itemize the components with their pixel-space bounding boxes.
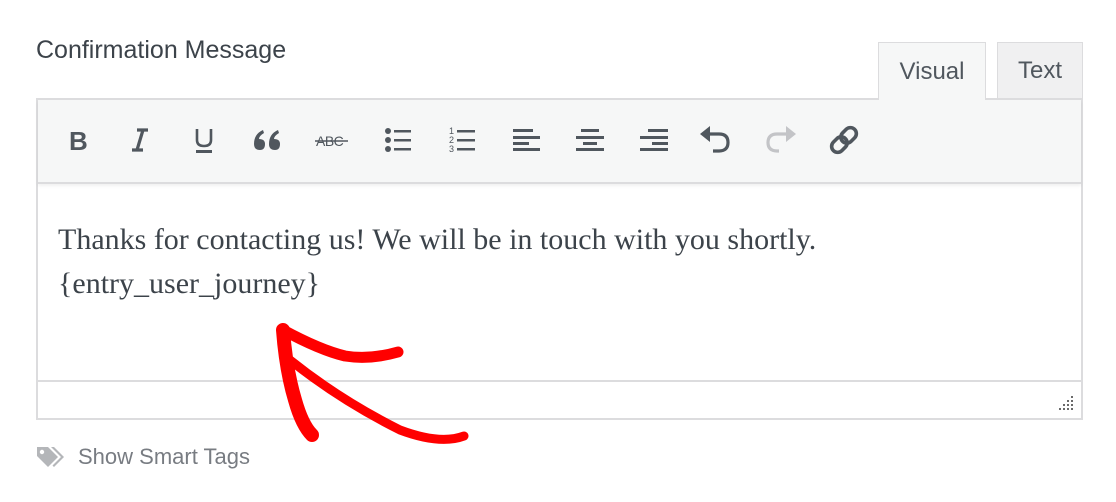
undo-icon [700, 126, 730, 153]
redo-button[interactable] [760, 120, 800, 160]
rich-text-editor: B ABC 1 2 3 Thanks for contacting us! We… [36, 98, 1083, 420]
show-smart-tags-link[interactable]: Show Smart Tags [36, 444, 250, 470]
blockquote-button[interactable] [248, 120, 288, 160]
show-smart-tags-label: Show Smart Tags [78, 444, 251, 469]
align-left-button[interactable] [506, 120, 546, 160]
tab-text-label: Text [1017, 56, 1062, 84]
italic-icon [132, 128, 148, 152]
svg-text:3: 3 [449, 144, 454, 154]
tab-visual[interactable]: Visual [878, 42, 986, 100]
align-left-icon [513, 129, 540, 151]
bulleted-list-button[interactable] [378, 120, 418, 160]
content-smart-tag: {entry_user_journey} [58, 267, 321, 300]
bold-icon: B [69, 127, 88, 153]
strikethrough-icon: ABC [315, 133, 348, 149]
confirmation-message-label: Confirmation Message [36, 36, 287, 64]
link-button[interactable] [824, 120, 864, 160]
align-right-button[interactable] [634, 120, 674, 160]
underline-icon [195, 129, 213, 153]
numbered-list-button[interactable]: 1 2 3 [442, 120, 482, 160]
tab-visual-label: Visual [899, 57, 965, 85]
tags-icon [37, 447, 64, 467]
bold-button[interactable]: B [58, 120, 98, 160]
editor-toolbar: B ABC 1 2 3 [38, 100, 1081, 184]
link-icon [829, 125, 859, 155]
editor-content[interactable]: Thanks for contacting us! We will be in … [58, 218, 1061, 306]
redo-icon [766, 126, 796, 153]
align-center-icon [576, 129, 604, 151]
bulleted-list-icon [385, 128, 411, 152]
underline-button[interactable] [184, 120, 224, 160]
editor-statusbar [38, 380, 1081, 418]
undo-button[interactable] [696, 120, 736, 160]
tab-text[interactable]: Text [997, 42, 1083, 98]
align-right-icon [640, 129, 668, 151]
numbered-list-icon: 1 2 3 [449, 126, 475, 154]
svg-text:B: B [69, 127, 88, 153]
resize-handle-icon[interactable] [1057, 394, 1075, 412]
italic-button[interactable] [120, 120, 160, 160]
align-center-button[interactable] [570, 120, 610, 160]
content-line-1: Thanks for contacting us! We will be in … [58, 223, 817, 256]
blockquote-icon [254, 130, 280, 150]
strikethrough-button[interactable]: ABC [312, 120, 352, 160]
